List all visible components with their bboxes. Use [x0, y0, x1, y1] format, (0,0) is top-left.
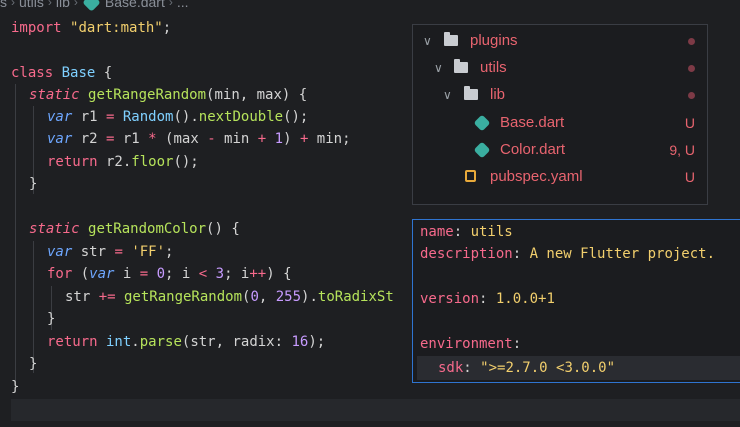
chevron-down-icon: ∨ — [423, 34, 432, 48]
tree-item-label: plugins — [470, 32, 518, 49]
folder-icon — [464, 86, 478, 100]
code-line: } — [29, 356, 38, 372]
chevron-down-icon: ∨ — [434, 61, 443, 75]
yaml-line-name: name: utils — [420, 224, 513, 240]
file-tree-popup: ∨ plugins ∨ utils ∨ lib Base.dart U Colo… — [412, 24, 708, 205]
current-line-highlight — [11, 399, 740, 421]
modified-dot-icon — [688, 92, 695, 99]
breadcrumb-item-file[interactable]: Base.dart — [105, 0, 165, 10]
tree-item-pubspec[interactable]: pubspec.yaml U — [413, 164, 707, 190]
tree-item-utils[interactable]: ∨ utils — [413, 55, 707, 81]
code-line: } — [29, 176, 38, 192]
code-line: var str = 'FF'; — [47, 244, 174, 260]
yaml-line-version: version: 1.0.0+1 — [420, 291, 555, 307]
code-line: } — [11, 379, 20, 395]
chevron-down-icon: ∨ — [443, 88, 452, 102]
dart-file-icon — [82, 0, 101, 12]
code-line: import "dart:math"; — [11, 20, 172, 36]
git-status-badge: 9, U — [669, 142, 695, 158]
code-line: class Base { — [11, 65, 113, 81]
tree-item-label: pubspec.yaml — [490, 168, 583, 185]
yaml-line-environment: environment: — [420, 336, 522, 352]
yaml-file-icon — [465, 170, 476, 182]
tree-item-lib[interactable]: ∨ lib — [413, 82, 707, 108]
tree-item-label: Color.dart — [500, 141, 566, 158]
breadcrumb-item-lib[interactable]: lib — [56, 0, 70, 10]
code-line: static getRangeRandom(min, max) { — [29, 87, 308, 103]
yaml-line-sdk: sdk: ">=2.7.0 <3.0.0" — [438, 360, 616, 376]
code-line: str += getRangeRandom(0, 255).toRadixSt — [65, 289, 394, 305]
modified-dot-icon — [688, 65, 695, 72]
tree-item-plugins[interactable]: ∨ plugins — [413, 28, 707, 54]
tree-item-label: Base.dart — [500, 114, 565, 131]
code-line: return int.parse(str, radix: 16); — [47, 334, 326, 350]
chevron-right-icon: › — [47, 0, 52, 9]
tree-item-color-dart[interactable]: Color.dart 9, U — [413, 137, 707, 163]
code-line: var r1 = Random().nextDouble(); — [47, 109, 309, 125]
indent-guide — [15, 84, 16, 384]
code-line: static getRandomColor() { — [29, 221, 240, 237]
code-line: var r2 = r1 * (max - min + 1) + min; — [47, 131, 351, 147]
code-line: } — [47, 311, 56, 327]
yaml-hover-preview: name: utils description: A new Flutter p… — [412, 219, 740, 383]
tree-item-label: lib — [490, 86, 506, 103]
breadcrumb-item-more[interactable]: ... — [177, 0, 189, 10]
tree-item-base-dart[interactable]: Base.dart U — [413, 110, 707, 136]
dart-file-icon — [473, 114, 491, 132]
chevron-right-icon: › — [168, 0, 173, 9]
git-status-badge: U — [684, 169, 695, 185]
breadcrumb: s › utils › lib › Base.dart › ... — [0, 0, 189, 12]
chevron-right-icon: › — [11, 0, 15, 9]
folder-icon — [454, 59, 468, 73]
code-line: return r2.floor(); — [47, 154, 199, 170]
breadcrumb-item[interactable]: s — [0, 0, 7, 10]
modified-dot-icon — [688, 38, 695, 45]
chevron-right-icon: › — [73, 0, 78, 9]
tree-item-label: utils — [480, 59, 507, 76]
dart-file-icon — [473, 141, 491, 159]
git-status-badge: U — [684, 115, 695, 131]
yaml-line-description: description: A new Flutter project. — [420, 246, 716, 262]
code-line: for (var i = 0; i < 3; i++) { — [47, 266, 292, 282]
breadcrumb-item-utils[interactable]: utils — [19, 0, 44, 10]
folder-icon — [444, 32, 458, 46]
